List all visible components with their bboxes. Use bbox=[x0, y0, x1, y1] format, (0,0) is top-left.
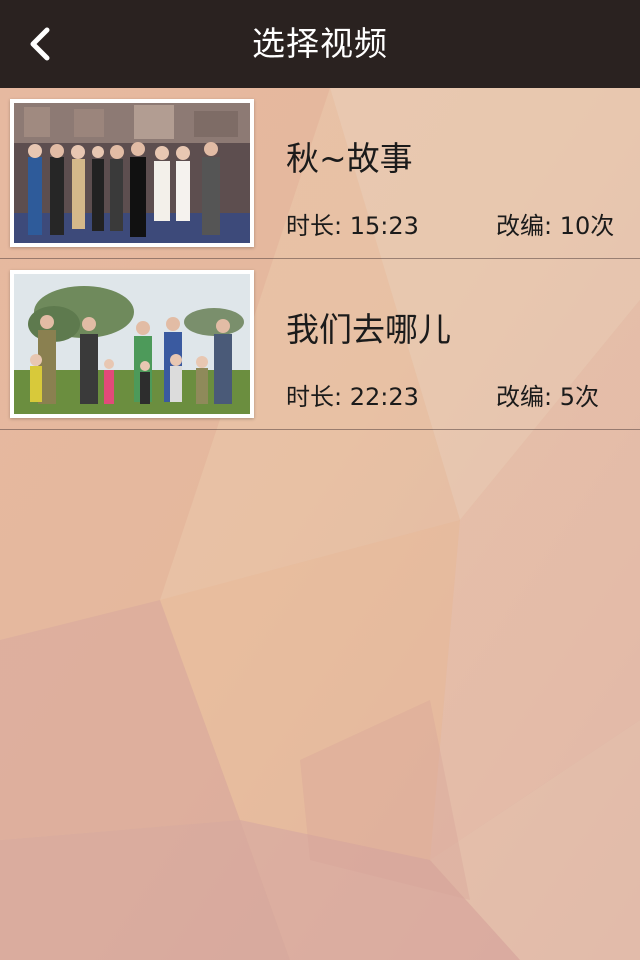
video-list-item[interactable]: 秋~故事 时长: 15:23 改编: 10次 bbox=[0, 88, 640, 259]
back-button[interactable] bbox=[14, 18, 66, 70]
duration-value: 15:23 bbox=[349, 212, 419, 240]
video-adapt-count: 改编: 10次 bbox=[496, 206, 614, 241]
chevron-left-icon bbox=[30, 27, 50, 61]
video-list: 秋~故事 时长: 15:23 改编: 10次 我们去哪儿 时长: 22:23 改… bbox=[0, 88, 640, 430]
duration-value: 22:23 bbox=[349, 383, 419, 411]
page-title: 选择视频 bbox=[252, 24, 388, 63]
duration-label: 时长: bbox=[286, 212, 343, 240]
adapt-value: 10次 bbox=[559, 212, 615, 240]
video-list-item[interactable]: 我们去哪儿 时长: 22:23 改编: 5次 bbox=[0, 259, 640, 430]
adapt-label: 改编: bbox=[496, 383, 553, 411]
video-thumbnail bbox=[10, 99, 254, 247]
adapt-label: 改编: bbox=[496, 212, 553, 240]
group-photo-image bbox=[14, 103, 250, 243]
video-adapt-count: 改编: 5次 bbox=[496, 377, 599, 412]
video-thumbnail bbox=[10, 270, 254, 418]
families-outdoors-image bbox=[14, 274, 250, 414]
top-navigation-bar: 选择视频 bbox=[0, 0, 640, 88]
video-title: 秋~故事 bbox=[286, 139, 413, 178]
duration-label: 时长: bbox=[286, 383, 343, 411]
video-duration: 时长: 22:23 bbox=[286, 377, 419, 412]
video-title: 我们去哪儿 bbox=[286, 310, 451, 349]
video-duration: 时长: 15:23 bbox=[286, 206, 419, 241]
adapt-value: 5次 bbox=[559, 383, 600, 411]
